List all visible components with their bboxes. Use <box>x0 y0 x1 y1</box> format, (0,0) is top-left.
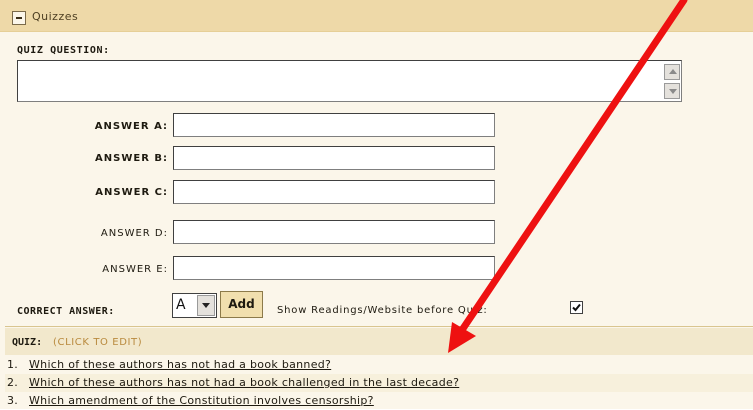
answer-d-input[interactable] <box>173 220 495 244</box>
quizzes-panel: Quizzes QUIZ QUESTION: ANSWER A: ANSWER … <box>0 0 753 409</box>
correct-answer-label: CORRECT ANSWER: <box>17 306 115 317</box>
quiz-list-item: 3. Which amendment of the Constitution i… <box>5 392 753 410</box>
answer-a-label: ANSWER A: <box>94 121 168 132</box>
quiz-list-title: QUIZ: <box>12 337 43 348</box>
show-readings-label: Show Readings/Website before Quiz: <box>277 305 488 316</box>
correct-answer-select[interactable]: A <box>172 293 217 318</box>
quiz-item-link[interactable]: Which amendment of the Constitution invo… <box>29 394 374 407</box>
quiz-item-number: 3. <box>7 394 19 407</box>
quiz-list-header: QUIZ: (CLICK TO EDIT) <box>5 328 753 355</box>
answer-d-label: ANSWER D: <box>100 228 168 239</box>
answer-b-input[interactable] <box>173 146 495 170</box>
quiz-item-number: 1. <box>7 358 19 371</box>
quizzes-title: Quizzes <box>32 10 79 23</box>
add-button[interactable]: Add <box>220 291 263 318</box>
answer-e-label: ANSWER E: <box>102 264 168 275</box>
quizzes-header: Quizzes <box>0 0 753 32</box>
chevron-down-icon[interactable] <box>197 295 215 316</box>
quiz-list-item: 2. Which of these authors has not had a … <box>5 374 753 392</box>
quiz-list-item: 1. Which of these authors has not had a … <box>5 356 753 374</box>
quiz-question-label: QUIZ QUESTION: <box>17 45 110 56</box>
answer-b-label: ANSWER B: <box>95 153 168 164</box>
show-readings-checkbox[interactable] <box>570 301 583 314</box>
quiz-item-link[interactable]: Which of these authors has not had a boo… <box>29 376 459 389</box>
answer-e-input[interactable] <box>173 256 495 280</box>
correct-answer-value: A <box>176 297 186 313</box>
answer-c-label: ANSWER C: <box>95 187 168 198</box>
quiz-question-textarea[interactable] <box>17 60 682 102</box>
scroll-down-icon[interactable] <box>664 83 680 99</box>
quiz-item-link[interactable]: Which of these authors has not had a boo… <box>29 358 331 371</box>
quiz-item-number: 2. <box>7 376 19 389</box>
collapse-icon[interactable] <box>12 11 26 25</box>
quiz-list-section: QUIZ: (CLICK TO EDIT) 1. Which of these … <box>5 326 753 410</box>
checkmark-icon <box>572 303 581 312</box>
click-to-edit-hint[interactable]: (CLICK TO EDIT) <box>53 337 142 348</box>
scroll-up-icon[interactable] <box>664 64 680 80</box>
answer-a-input[interactable] <box>173 113 495 137</box>
answer-c-input[interactable] <box>173 180 495 204</box>
